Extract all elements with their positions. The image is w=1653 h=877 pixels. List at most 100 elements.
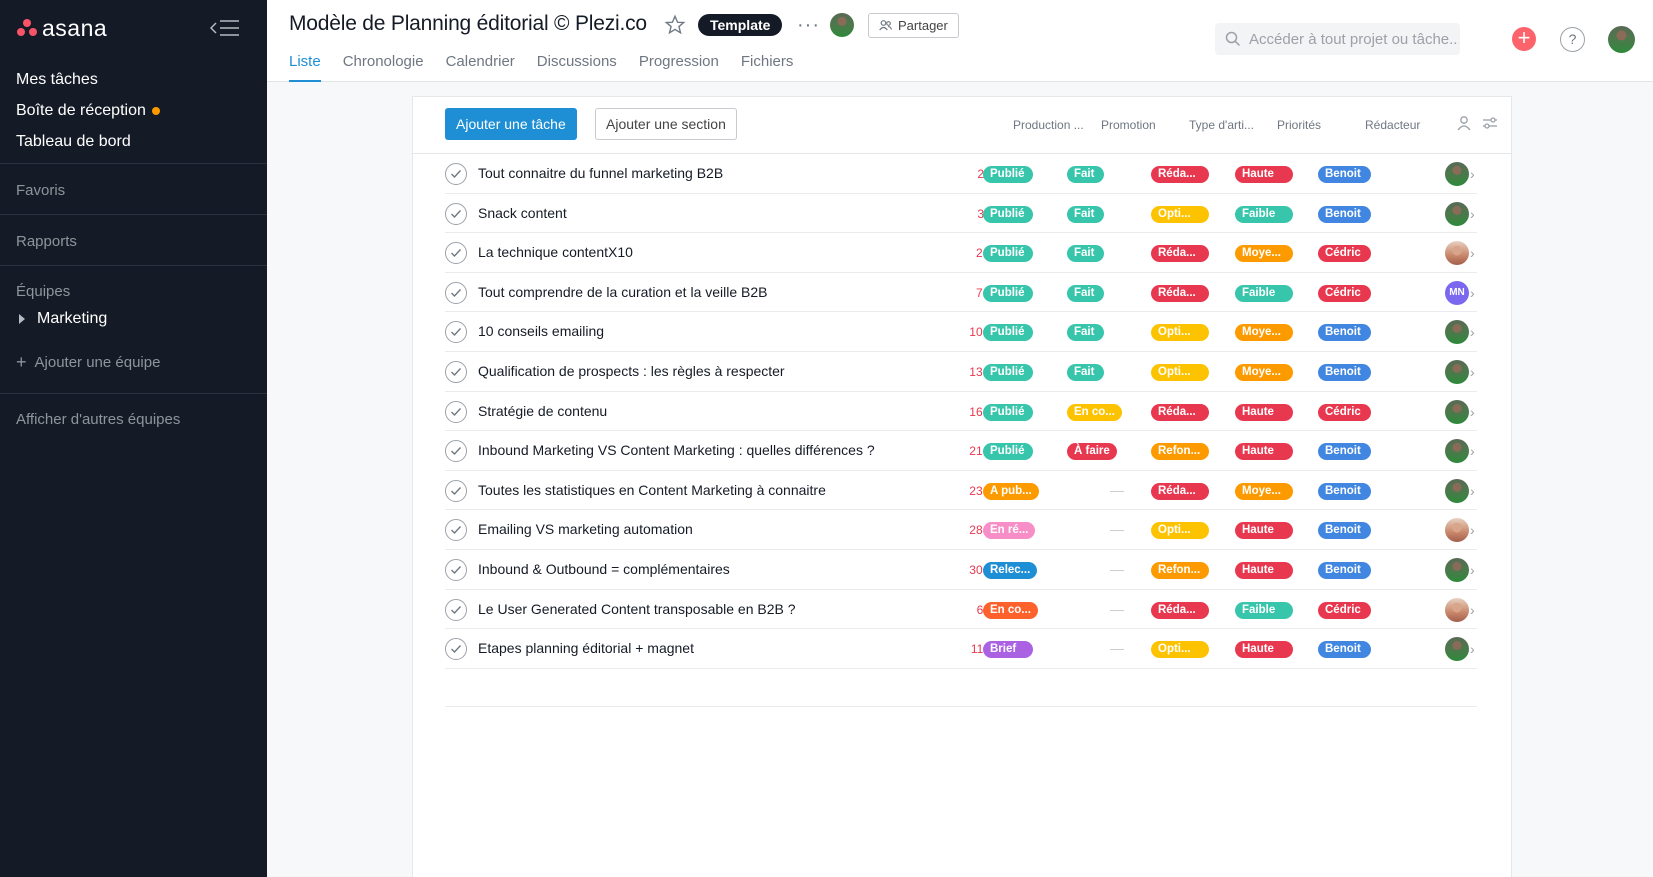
writer-tag[interactable]: Benoit [1318, 522, 1371, 540]
prod-tag[interactable]: Publié [983, 443, 1033, 461]
prio-tag[interactable]: Faible [1235, 601, 1293, 619]
writer-tag[interactable]: Benoit [1318, 324, 1371, 342]
help-button[interactable]: ? [1560, 27, 1585, 52]
add-task-button[interactable]: Ajouter une tâche [445, 108, 577, 140]
project-member-avatar[interactable] [830, 13, 854, 42]
task-name[interactable]: Stratégie de contenu [478, 403, 607, 419]
tab-discussions[interactable]: Discussions [537, 53, 617, 82]
task-row[interactable]: Snack content31 julPubliéFaitOpti...Faib… [445, 194, 1477, 234]
prod-tag[interactable]: Publié [983, 324, 1033, 342]
complete-checkbox-icon[interactable] [445, 558, 467, 581]
complete-checkbox-icon[interactable] [445, 360, 467, 383]
writer-tag[interactable]: Benoit [1318, 363, 1371, 381]
prio-tag[interactable]: Haute [1235, 166, 1293, 183]
nav-my-tasks[interactable]: Mes tâches [16, 64, 160, 95]
column-header-priorites[interactable]: Priorités [1277, 118, 1353, 132]
complete-checkbox-icon[interactable] [445, 598, 467, 621]
type-tag[interactable]: Réda... [1151, 403, 1209, 421]
complete-checkbox-icon[interactable] [445, 202, 467, 225]
prio-tag[interactable]: Faible [1235, 205, 1293, 223]
prio-tag[interactable]: Moye... [1235, 482, 1293, 500]
prod-tag[interactable]: En co... [983, 601, 1038, 619]
assignee-avatar[interactable] [1445, 597, 1469, 627]
type-tag[interactable]: Opti... [1151, 522, 1209, 540]
prio-tag[interactable]: Haute [1235, 561, 1293, 579]
type-tag[interactable]: Réda... [1151, 245, 1209, 263]
prod-tag[interactable]: Relec... [983, 561, 1038, 579]
type-tag[interactable]: Réda... [1151, 482, 1209, 500]
empty-field[interactable]: — [1110, 561, 1124, 577]
task-row[interactable]: 10 conseils emailing10 aoûPubliéFaitOpti… [445, 312, 1477, 352]
empty-field[interactable]: — [1110, 601, 1124, 617]
chevron-right-icon[interactable]: › [1470, 285, 1475, 301]
prio-tag[interactable]: Faible [1235, 284, 1293, 302]
tab-liste[interactable]: Liste [289, 53, 321, 82]
assignee-avatar[interactable] [1445, 518, 1469, 547]
type-tag[interactable]: Réda... [1151, 284, 1209, 302]
type-tag[interactable]: Réda... [1151, 601, 1209, 619]
prio-tag[interactable]: Moye... [1235, 245, 1293, 263]
writer-tag[interactable]: Cédric [1318, 403, 1371, 421]
promo-tag[interactable]: Fait [1067, 205, 1104, 223]
task-name[interactable]: 10 conseils emailing [478, 323, 604, 339]
column-header-type[interactable]: Type d'arti... [1189, 118, 1261, 132]
tab-fichiers[interactable]: Fichiers [741, 53, 794, 82]
prod-tag[interactable]: Publié [983, 363, 1033, 381]
writer-tag[interactable]: Benoit [1318, 482, 1371, 500]
chevron-right-icon[interactable]: › [1470, 641, 1475, 657]
assignee-column-icon[interactable] [1456, 115, 1472, 131]
promo-tag[interactable]: Fait [1067, 284, 1104, 302]
prod-tag[interactable]: Publié [983, 166, 1033, 183]
chevron-right-icon[interactable]: › [1470, 166, 1475, 182]
assignee-avatar[interactable] [1445, 399, 1469, 429]
tab-calendrier[interactable]: Calendrier [446, 53, 515, 82]
assignee-avatar[interactable] [1445, 557, 1469, 587]
assignee-avatar[interactable] [1445, 637, 1469, 666]
type-tag[interactable]: Opti... [1151, 363, 1209, 381]
quick-add-button[interactable]: + [1512, 27, 1536, 51]
column-header-promotion[interactable]: Promotion [1101, 118, 1177, 132]
chevron-right-icon[interactable]: › [1470, 245, 1475, 261]
writer-tag[interactable]: Cédric [1318, 601, 1371, 619]
type-tag[interactable]: Opti... [1151, 641, 1209, 659]
prod-tag[interactable]: Brief [983, 641, 1033, 659]
assignee-avatar[interactable] [1445, 320, 1469, 349]
add-section-button[interactable]: Ajouter une section [595, 108, 737, 140]
expand-triangle-icon[interactable] [19, 314, 25, 324]
chevron-right-icon[interactable]: › [1470, 324, 1475, 340]
prio-tag[interactable]: Haute [1235, 641, 1293, 659]
chevron-right-icon[interactable]: › [1470, 404, 1475, 420]
sidebar-team-marketing[interactable]: Marketing [16, 310, 107, 328]
task-row[interactable]: Tout connaitre du funnel marketing B2B27… [445, 154, 1477, 194]
prio-tag[interactable]: Haute [1235, 443, 1293, 461]
nav-dashboard[interactable]: Tableau de bord [16, 126, 160, 157]
task-name[interactable]: La technique contentX10 [478, 244, 633, 260]
chevron-right-icon[interactable]: › [1470, 602, 1475, 618]
type-tag[interactable]: Opti... [1151, 205, 1209, 223]
prio-tag[interactable]: Moye... [1235, 324, 1293, 342]
complete-checkbox-icon[interactable] [445, 479, 467, 502]
promo-tag[interactable]: Fait [1067, 166, 1104, 183]
complete-checkbox-icon[interactable] [445, 163, 467, 185]
type-tag[interactable]: Refon... [1151, 443, 1209, 461]
search-input[interactable] [1249, 30, 1459, 48]
task-name[interactable]: Qualification de prospects : les règles … [478, 363, 785, 379]
assignee-avatar[interactable] [1445, 439, 1469, 468]
column-header-production[interactable]: Production ... [1013, 118, 1089, 132]
chevron-right-icon[interactable]: › [1470, 206, 1475, 222]
task-row[interactable]: Etapes planning éditorial + magnet11 sep… [445, 629, 1477, 669]
task-row[interactable]: Emailing VS marketing automation28 aoûEn… [445, 510, 1477, 550]
promo-tag[interactable]: Fait [1067, 245, 1104, 263]
assignee-avatar[interactable] [1445, 359, 1469, 389]
complete-checkbox-icon[interactable] [445, 400, 467, 423]
empty-field[interactable]: — [1110, 640, 1124, 656]
promo-tag[interactable]: En co... [1067, 403, 1122, 421]
task-row[interactable]: Toutes les statistiques en Content Marke… [445, 471, 1477, 511]
task-row[interactable]: Qualification de prospects : les règles … [445, 352, 1477, 392]
type-tag[interactable]: Refon... [1151, 561, 1209, 579]
prod-tag[interactable]: Publié [983, 205, 1033, 223]
complete-checkbox-icon[interactable] [445, 519, 467, 542]
prod-tag[interactable]: Publié [983, 245, 1033, 263]
complete-checkbox-icon[interactable] [445, 281, 467, 304]
task-name[interactable]: Snack content [478, 205, 567, 221]
